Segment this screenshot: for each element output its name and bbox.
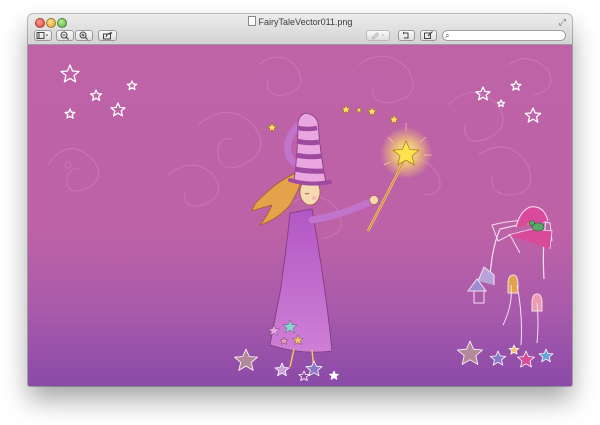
- pen-icon: [371, 32, 384, 40]
- sidebar-toggle-icon: [36, 32, 48, 39]
- fullscreen-icon[interactable]: ⤢: [559, 17, 566, 27]
- edit-toolbox-button[interactable]: [420, 30, 437, 41]
- document-icon: [247, 16, 256, 26]
- extended-hand: [369, 195, 379, 205]
- zoom-out-icon: [60, 31, 69, 40]
- left-leg: [289, 348, 295, 368]
- search-field[interactable]: ⌕: [442, 30, 566, 41]
- fairy-house: [467, 206, 553, 346]
- titlebar[interactable]: FairyTaleVector011.png ⤢ ⌕: [28, 14, 572, 45]
- image-canvas[interactable]: [28, 45, 572, 386]
- zoom-in-button[interactable]: [75, 30, 93, 41]
- outline-stars: [60, 64, 542, 123]
- magnifier-icon: ⌕: [445, 31, 450, 40]
- share-icon: [102, 31, 112, 40]
- yellow-star-trail: [266, 104, 400, 133]
- window-title-text: FairyTaleVector011.png: [258, 17, 353, 27]
- share-button[interactable]: [98, 30, 117, 41]
- markup-button[interactable]: [366, 30, 390, 41]
- sidebar-toggle-button[interactable]: [34, 30, 52, 41]
- ground-stars-left: [234, 348, 339, 381]
- edit-toolbox-icon: [424, 31, 433, 39]
- cheek: [312, 196, 316, 200]
- rotate-button[interactable]: [398, 30, 415, 41]
- dress: [269, 208, 333, 353]
- zoom-in-icon: [79, 31, 88, 40]
- window-title: FairyTaleVector011.png: [28, 16, 572, 28]
- fairy-with-wand-illustration: [47, 55, 554, 381]
- extended-arm: [308, 198, 374, 224]
- preview-window: FairyTaleVector011.png ⤢ ⌕: [28, 14, 572, 386]
- ground-stars-right: [457, 340, 554, 368]
- rotate-icon: [403, 31, 409, 39]
- zoom-out-button[interactable]: [56, 30, 74, 41]
